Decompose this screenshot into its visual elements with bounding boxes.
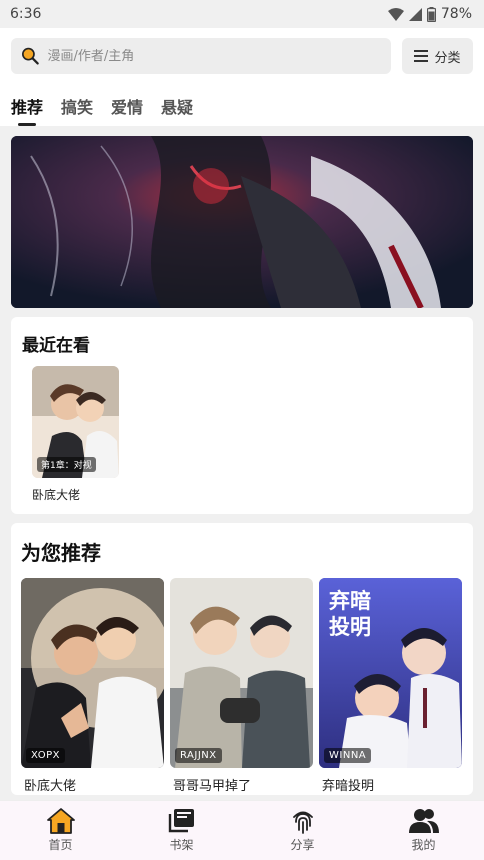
bottom-navigation: 首页 书架 分享 我的 (0, 800, 484, 860)
banner-artwork (11, 136, 473, 308)
bookshelf-icon (168, 809, 194, 833)
tab-comedy[interactable]: 搞笑 (61, 94, 93, 124)
wifi-icon (387, 7, 404, 21)
author-tag: WINNA (324, 748, 372, 763)
category-label: 分类 (434, 50, 461, 66)
recommend-comic-cover[interactable]: XOPX (21, 578, 164, 768)
search-input[interactable] (47, 48, 381, 64)
author-tag: XOPX (26, 748, 65, 763)
recommend-comic-name: 哥哥马甲掉了 (173, 779, 252, 794)
recommend-comic-item[interactable]: RAJJNX 哥哥马甲掉了 (170, 578, 313, 794)
recent-comic-item[interactable]: 第1章：对视 卧底大佬 (32, 366, 119, 503)
status-bar: 6:36 78% (0, 0, 484, 28)
recommend-comic-item[interactable]: XOPX 卧底大佬 (21, 578, 164, 794)
nav-share-label: 分享 (290, 838, 315, 852)
recommend-comic-name: 弃暗投明 (322, 779, 375, 794)
cover-art-2 (170, 578, 313, 768)
battery-icon (426, 6, 436, 22)
search-bar[interactable] (11, 38, 391, 74)
author-tag: RAJJNX (175, 748, 222, 763)
nav-share[interactable]: 分享 (242, 801, 363, 860)
recommend-comic-cover[interactable]: RAJJNX (170, 578, 313, 768)
main-content: 最近在看 第1章：对视 卧底大佬 为您推荐 XOPX 卧底大佬 RAJJNX 哥… (0, 126, 484, 795)
category-tabs: 推荐 搞笑 爱情 悬疑 (11, 94, 473, 126)
recently-reading-section: 最近在看 第1章：对视 卧底大佬 (11, 317, 473, 514)
nav-profile-label: 我的 (411, 838, 436, 852)
nav-home[interactable]: 首页 (0, 801, 121, 860)
battery-percent: 78% (440, 6, 472, 22)
nav-bookshelf[interactable]: 书架 (121, 801, 242, 860)
signal-icon (408, 7, 422, 21)
tab-romance[interactable]: 爱情 (111, 94, 143, 124)
users-icon (408, 809, 439, 833)
recent-comic-cover[interactable]: 第1章：对视 (32, 366, 119, 478)
recommend-comic-name: 卧底大佬 (24, 779, 77, 794)
menu-icon (414, 50, 429, 62)
home-icon (46, 808, 75, 834)
nav-bookshelf-label: 书架 (169, 838, 194, 852)
recommend-grid: XOPX 卧底大佬 RAJJNX 哥哥马甲掉了 弃暗投明 WINNA 弃暗投明 (21, 578, 463, 794)
status-icons: 78% (387, 6, 472, 22)
recommended-section: 为您推荐 XOPX 卧底大佬 RAJJNX 哥哥马甲掉了 弃暗投明 WINNA … (11, 523, 473, 795)
status-time: 6:36 (10, 6, 42, 22)
tab-recommend[interactable]: 推荐 (11, 94, 43, 126)
nav-home-label: 首页 (48, 838, 73, 852)
recent-comic-name: 卧底大佬 (32, 488, 81, 502)
featured-banner[interactable] (11, 136, 473, 308)
recommend-title: 为您推荐 (21, 541, 101, 565)
tab-mystery[interactable]: 悬疑 (161, 94, 193, 124)
search-icon (22, 47, 39, 65)
category-button[interactable]: 分类 (402, 38, 473, 74)
recommend-comic-cover[interactable]: 弃暗投明 WINNA (319, 578, 462, 768)
nav-profile[interactable]: 我的 (363, 801, 484, 860)
cover-art-1 (21, 578, 164, 768)
recommend-comic-item[interactable]: 弃暗投明 WINNA 弃暗投明 (319, 578, 462, 794)
recent-chapter-tag: 第1章：对视 (37, 457, 96, 472)
top-header: 分类 推荐 搞笑 爱情 悬疑 (0, 28, 484, 126)
cover-title-text: 弃暗投明 (329, 589, 371, 639)
recent-title: 最近在看 (22, 336, 90, 356)
fingerprint-icon (292, 811, 313, 834)
